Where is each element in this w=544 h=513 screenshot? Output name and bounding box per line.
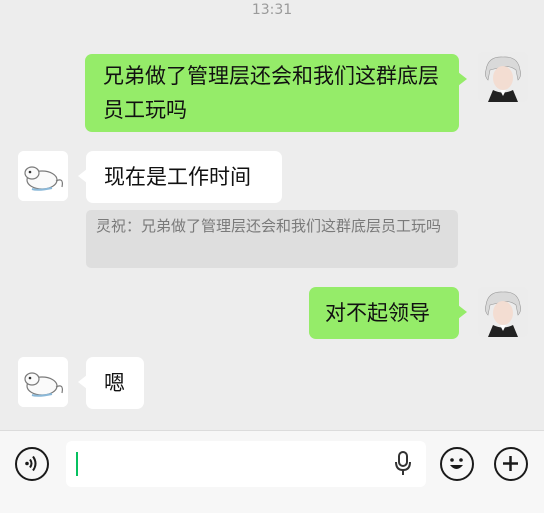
message-text: 现在是工作时间 — [104, 165, 251, 189]
microphone-icon[interactable] — [394, 451, 412, 477]
message-input[interactable] — [66, 441, 426, 487]
quoted-text: 灵祝：兄弟做了管理层还会和我们这群底层员工玩吗 — [96, 217, 442, 235]
emoji-icon[interactable] — [440, 447, 474, 481]
status-time: 13:31 — [251, 2, 293, 18]
message-text: 对不起领导 — [325, 301, 430, 325]
message-bubble[interactable]: 嗯 — [78, 357, 144, 409]
voice-icon[interactable] — [15, 447, 49, 481]
avatar-me[interactable] — [478, 52, 528, 102]
message-bubble[interactable]: 对不起领导 — [309, 287, 467, 339]
plus-icon[interactable] — [494, 447, 528, 481]
message-text: 兄弟做了管理层还会和我们这群底层员工玩吗 — [103, 64, 439, 122]
quoted-message[interactable]: 灵祝：兄弟做了管理层还会和我们这群底层员工玩吗 — [86, 210, 458, 268]
avatar-me[interactable] — [478, 287, 528, 337]
input-bar — [0, 430, 544, 513]
message-bubble[interactable]: 兄弟做了管理层还会和我们这群底层员工玩吗 — [85, 54, 467, 132]
message-bubble[interactable]: 现在是工作时间 — [78, 151, 282, 203]
message-text: 嗯 — [104, 371, 125, 395]
avatar-other[interactable] — [18, 151, 68, 201]
text-cursor — [76, 452, 78, 476]
avatar-other[interactable] — [18, 357, 68, 407]
